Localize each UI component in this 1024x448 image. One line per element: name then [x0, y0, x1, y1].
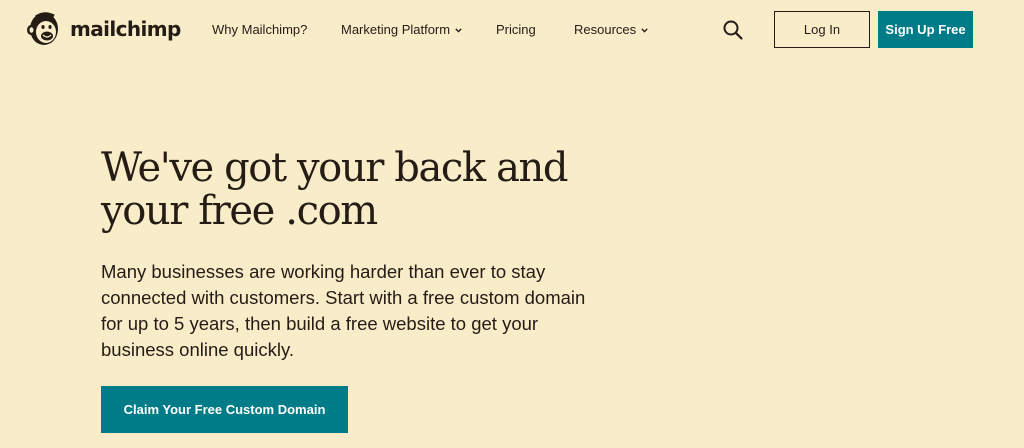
- brand-name: mailchimp: [70, 17, 181, 41]
- nav-item-pricing[interactable]: Pricing: [496, 22, 536, 37]
- nav-item-marketing-platform[interactable]: Marketing Platform: [341, 22, 462, 37]
- sign-up-free-button[interactable]: Sign Up Free: [878, 11, 973, 48]
- nav-item-label: Marketing Platform: [341, 22, 451, 37]
- nav-item-label: Why Mailchimp?: [212, 22, 308, 37]
- brand-logo[interactable]: mailchimp: [24, 8, 181, 50]
- hero-description-line: for up to 5 years, then build a free web…: [101, 313, 539, 334]
- hero-headline: We've got your back and your free .com: [101, 147, 621, 233]
- search-button[interactable]: [722, 19, 744, 41]
- nav-item-label: Pricing: [496, 22, 536, 37]
- hero-headline-line: your free .com: [101, 188, 378, 234]
- hero-description-line: connected with customers. Start with a f…: [101, 287, 586, 308]
- nav-item-why-mailchimp[interactable]: Why Mailchimp?: [212, 22, 307, 37]
- hero-description-line: Many businesses are working harder than …: [101, 261, 546, 282]
- chevron-down-icon: [641, 27, 648, 33]
- log-in-button[interactable]: Log In: [774, 11, 870, 48]
- hero-headline-line: We've got your back and: [101, 145, 568, 191]
- page: mailchimp Why Mailchimp? Marketing Platf…: [0, 0, 1024, 448]
- nav-item-label: Resources: [574, 22, 637, 37]
- claim-custom-domain-button[interactable]: Claim Your Free Custom Domain: [101, 386, 348, 433]
- search-icon: [723, 20, 743, 40]
- nav-item-resources[interactable]: Resources: [574, 22, 648, 37]
- freddie-monkey-icon: [27, 12, 58, 45]
- hero-description: Many businesses are working harder than …: [101, 259, 621, 363]
- chevron-down-icon: [455, 27, 462, 33]
- hero-description-line: business online quickly.: [101, 339, 294, 360]
